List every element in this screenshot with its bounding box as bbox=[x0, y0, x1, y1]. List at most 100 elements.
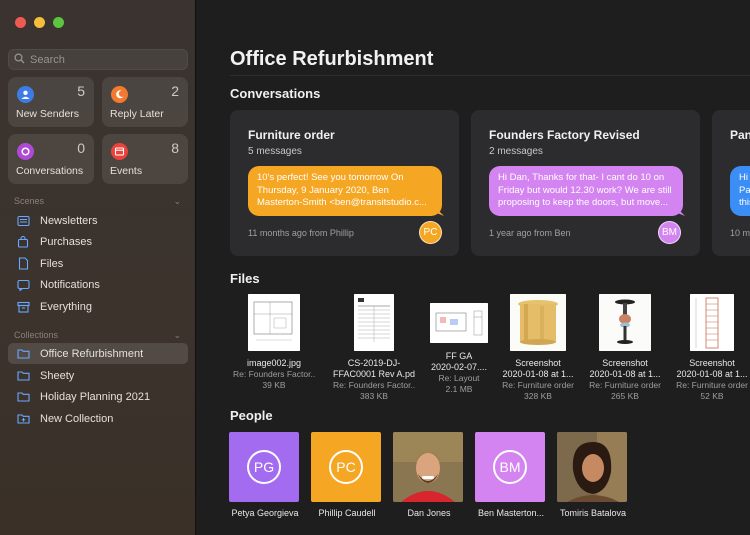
file-thumbnail bbox=[430, 303, 488, 343]
person-icon bbox=[17, 86, 34, 103]
file-name: Screenshot bbox=[515, 358, 561, 368]
sidebar-item-label: Purchases bbox=[40, 235, 92, 248]
close-window-button[interactable] bbox=[15, 17, 26, 28]
file-name: FF GA bbox=[445, 351, 473, 361]
tile-count: 0 bbox=[77, 140, 85, 156]
sidebar-item-everything[interactable]: Everything bbox=[8, 296, 188, 317]
archive-icon bbox=[16, 300, 30, 314]
person-card[interactable]: BM Ben Masterton... bbox=[475, 432, 547, 518]
chevron-down-icon[interactable]: ⌄ bbox=[173, 330, 181, 341]
file-item[interactable]: image002.jpg Re: Founders Factor... 39 K… bbox=[233, 294, 315, 391]
tile-label: New Senders bbox=[16, 108, 80, 120]
search-icon bbox=[14, 51, 25, 69]
sidebar-item-office-refurbishment[interactable]: Office Refurbishment bbox=[8, 343, 188, 364]
sidebar-item-sheety[interactable]: Sheety bbox=[8, 365, 188, 386]
conversation-card[interactable]: Furniture order 5 messages 10's perfect!… bbox=[230, 110, 459, 256]
message-bubble: Hi Dan, Thanks for that- I cant do 10 on… bbox=[489, 166, 683, 216]
sidebar-item-notifications[interactable]: Notifications bbox=[8, 274, 188, 295]
sidebar-item-new-collection[interactable]: New Collection bbox=[8, 408, 188, 429]
sidebar-item-label: Notifications bbox=[40, 278, 100, 291]
file-size: 2.1 MB bbox=[445, 384, 473, 394]
bubble-tail bbox=[675, 206, 685, 216]
person-name: Tomiris Batalova bbox=[559, 508, 627, 518]
tile-label: Conversations bbox=[16, 165, 84, 177]
search-input[interactable] bbox=[30, 53, 180, 66]
folder-icon bbox=[16, 390, 30, 404]
sidebar-item-newsletters[interactable]: Newsletters bbox=[8, 210, 188, 231]
chevron-down-icon[interactable]: ⌄ bbox=[173, 196, 181, 207]
person-card[interactable]: PG Petya Georgieva bbox=[229, 432, 301, 518]
file-name-line2: 2020-02-07.... bbox=[430, 362, 488, 372]
person-card[interactable]: Dan Jones bbox=[393, 432, 465, 518]
minimize-window-button[interactable] bbox=[34, 17, 45, 28]
files-section-title: Files bbox=[230, 271, 260, 286]
file-name: CS-2019-DJ- bbox=[347, 358, 401, 368]
avatar-initials: PG bbox=[247, 450, 281, 484]
file-name: Screenshot bbox=[689, 358, 735, 368]
tile-count: 8 bbox=[171, 140, 179, 156]
sidebar-item-label: Sheety bbox=[40, 369, 75, 382]
file-item[interactable]: CS-2019-DJ- FFAC0001 Rev A.pdf Re: Found… bbox=[333, 294, 415, 402]
conversation-title: Pan bbox=[730, 128, 750, 142]
person-card[interactable]: Tomiris Batalova bbox=[557, 432, 629, 518]
tile-events[interactable]: 8 Events bbox=[102, 134, 188, 184]
avatar: BM bbox=[475, 432, 545, 502]
file-item[interactable]: Screenshot 2020-01-08 at 1... Re: Furnit… bbox=[584, 294, 666, 402]
file-source: Re: Furniture order bbox=[589, 380, 661, 390]
file-size: 383 KB bbox=[360, 391, 388, 401]
conversation-footer: 11 months ago from Phillip bbox=[248, 228, 354, 238]
conversation-card[interactable]: Founders Factory Revised 2 messages Hi D… bbox=[471, 110, 700, 256]
file-name: image002.jpg bbox=[246, 358, 302, 368]
person-name: Petya Georgieva bbox=[231, 508, 299, 518]
message-bubble: Hi F Pan this bbox=[730, 166, 750, 216]
person-name: Dan Jones bbox=[407, 508, 451, 518]
file-thumbnail bbox=[354, 294, 394, 351]
person-card[interactable]: PC Phillip Caudell bbox=[311, 432, 383, 518]
newspaper-icon bbox=[16, 214, 30, 228]
avatar-photo bbox=[557, 432, 627, 502]
window-controls bbox=[15, 17, 64, 28]
folder-icon bbox=[16, 369, 30, 383]
file-name-line2: 2020-01-08 at 1... bbox=[589, 369, 661, 379]
sidebar-item-label: Files bbox=[40, 257, 64, 270]
file-item[interactable]: Screenshot 2020-01-08 at 1... Re: Furnit… bbox=[497, 294, 579, 402]
file-size: 39 KB bbox=[262, 380, 286, 390]
sidebar-item-label: Holiday Planning 2021 bbox=[40, 390, 151, 403]
person-name: Ben Masterton... bbox=[477, 508, 545, 518]
sidebar-item-holiday-planning[interactable]: Holiday Planning 2021 bbox=[8, 386, 188, 407]
sidebar: 5 New Senders 2 Reply Later 0 Conversati… bbox=[0, 0, 196, 535]
conversation-footer: 1 year ago from Ben bbox=[489, 228, 571, 238]
file-item[interactable]: FF GA 2020-02-07.... Re: Layout 2.1 MB bbox=[418, 294, 500, 395]
message-count: 5 messages bbox=[248, 146, 302, 157]
message-bubble: 10's perfect! See you tomorrow On Thursd… bbox=[248, 166, 442, 216]
zoom-window-button[interactable] bbox=[53, 17, 64, 28]
search-field[interactable] bbox=[8, 49, 188, 70]
notification-icon bbox=[16, 278, 30, 292]
tile-count: 2 bbox=[171, 83, 179, 99]
conversation-title: Founders Factory Revised bbox=[489, 128, 640, 142]
avatar-initials: PC bbox=[329, 450, 363, 484]
chat-icon bbox=[17, 143, 34, 160]
avatar: PC bbox=[311, 432, 381, 502]
tile-conversations[interactable]: 0 Conversations bbox=[8, 134, 94, 184]
folder-icon bbox=[16, 347, 30, 361]
scenes-header[interactable]: Scenes ⌄ bbox=[14, 196, 184, 206]
sidebar-item-purchases[interactable]: Purchases bbox=[8, 231, 188, 252]
file-name-line2: FFAC0001 Rev A.pdf bbox=[333, 369, 415, 379]
sidebar-item-label: Newsletters bbox=[40, 214, 98, 227]
collections-header[interactable]: Collections ⌄ bbox=[14, 330, 184, 340]
file-source: Re: Layout bbox=[438, 373, 480, 383]
file-thumbnail bbox=[510, 294, 566, 351]
file-item[interactable]: Screenshot 2020-01-08 at 1... Re: Furnit… bbox=[671, 294, 750, 402]
tile-label: Events bbox=[110, 165, 143, 177]
tile-count: 5 bbox=[77, 83, 85, 99]
tile-new-senders[interactable]: 5 New Senders bbox=[8, 77, 94, 127]
scenes-header-label: Scenes bbox=[14, 196, 45, 206]
tile-reply-later[interactable]: 2 Reply Later bbox=[102, 77, 188, 127]
avatar: BM bbox=[658, 221, 681, 244]
conversation-title: Furniture order bbox=[248, 128, 335, 142]
conversation-card[interactable]: Pan Hi F Pan this 10 m bbox=[712, 110, 750, 256]
sidebar-item-files[interactable]: Files bbox=[8, 253, 188, 274]
moon-icon bbox=[111, 86, 128, 103]
file-source: Re: Founders Factor... bbox=[333, 380, 415, 390]
